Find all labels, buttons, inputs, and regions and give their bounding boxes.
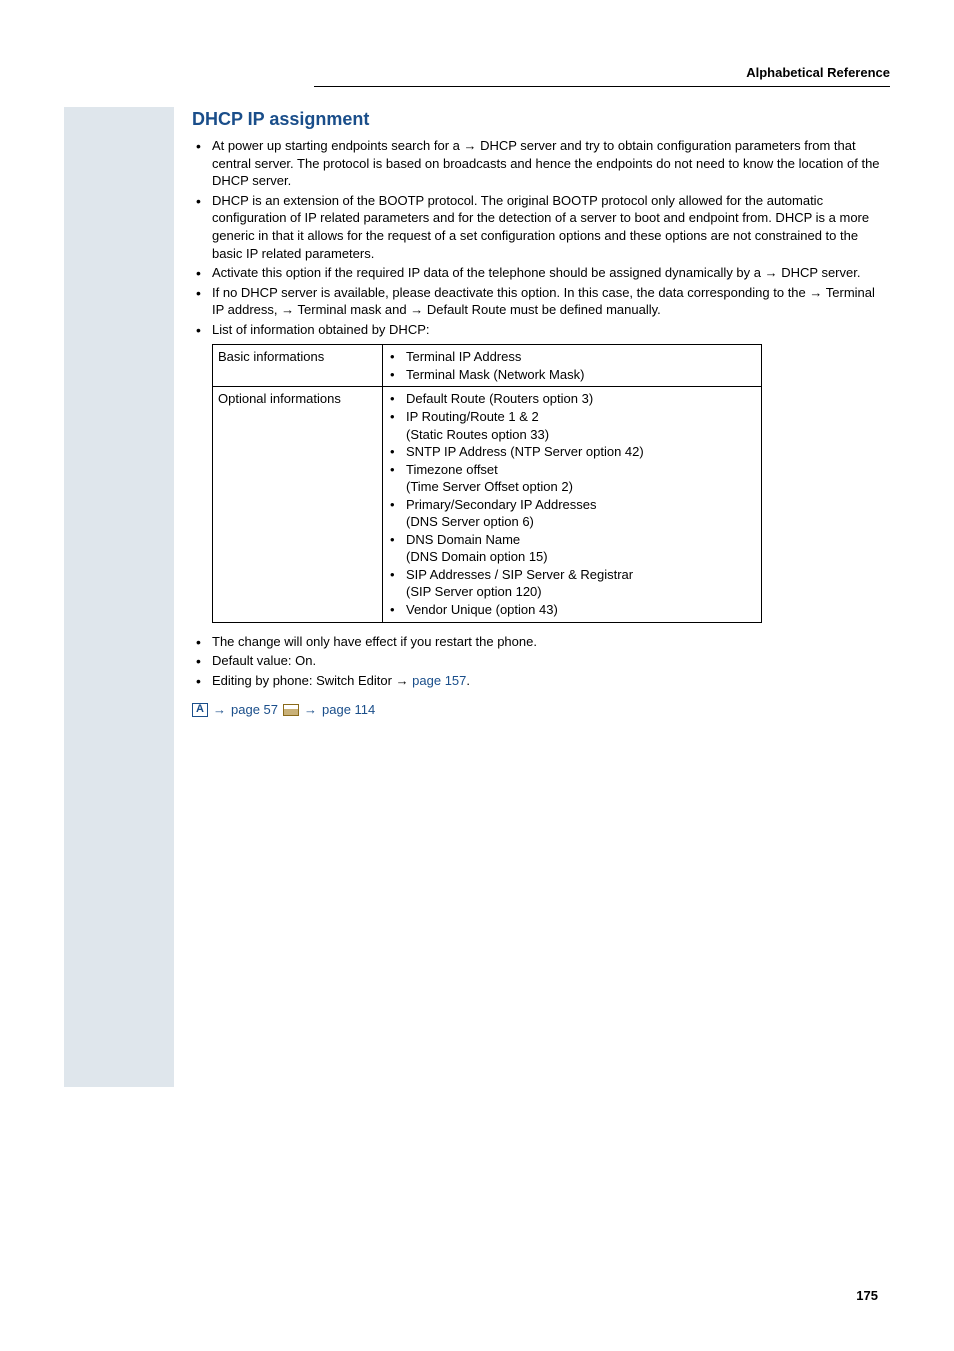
list-item: At power up starting endpoints search fo… xyxy=(192,137,890,190)
table-list-item: (DNS Server option 6) xyxy=(388,513,756,531)
admin-a-icon: A xyxy=(192,703,208,717)
list-item: DHCP is an extension of the BOOTP protoc… xyxy=(192,192,890,262)
list-item: The change will only have effect if you … xyxy=(192,633,890,651)
page-ref-link[interactable]: page 57 xyxy=(231,701,278,719)
arrow-icon: → xyxy=(809,285,822,300)
text-span: Terminal mask and xyxy=(294,302,410,317)
page: Alphabetical Reference DHCP IP assignmen… xyxy=(0,0,954,1351)
page-number: 175 xyxy=(856,1288,878,1303)
text-span: Default value: On. xyxy=(212,653,316,668)
table-list-item: Vendor Unique (option 43) xyxy=(388,601,756,619)
table-row: Basic informationsTerminal IP AddressTer… xyxy=(213,345,762,387)
table-cell-items: Terminal IP AddressTerminal Mask (Networ… xyxy=(383,345,762,387)
card-icon xyxy=(283,704,299,716)
table-list-item: Default Route (Routers option 3) xyxy=(388,390,756,408)
table-list-item: (DNS Domain option 15) xyxy=(388,548,756,566)
text-span: Activate this option if the required IP … xyxy=(212,265,765,280)
text-span: The change will only have effect if you … xyxy=(212,634,537,649)
table-list-item: (SIP Server option 120) xyxy=(388,583,756,601)
text-span: Editing by phone: Switch Editor xyxy=(212,673,396,688)
text-span: . xyxy=(466,673,470,688)
list-item: Default value: On. xyxy=(192,652,890,670)
header-rule: Alphabetical Reference xyxy=(314,64,890,87)
table-list-item: Terminal Mask (Network Mask) xyxy=(388,366,756,384)
list-item: Editing by phone: Switch Editor → page 1… xyxy=(192,672,890,690)
list-item: List of information obtained by DHCP: xyxy=(192,321,890,339)
table-list-item: IP Routing/Route 1 & 2 xyxy=(388,408,756,426)
bullet-list-top: At power up starting endpoints search fo… xyxy=(192,137,890,338)
table-list-item: SNTP IP Address (NTP Server option 42) xyxy=(388,443,756,461)
arrow-icon: → xyxy=(765,265,778,280)
table-row: Optional informationsDefault Route (Rout… xyxy=(213,387,762,622)
text-span: List of information obtained by DHCP: xyxy=(212,322,430,337)
list-item: Activate this option if the required IP … xyxy=(192,264,890,282)
main-content: DHCP IP assignment At power up starting … xyxy=(192,107,890,1303)
text-span: If no DHCP server is available, please d… xyxy=(212,285,809,300)
table-list-item: DNS Domain Name xyxy=(388,531,756,549)
text-span: DHCP is an extension of the BOOTP protoc… xyxy=(212,193,869,261)
arrow-icon: → xyxy=(304,701,317,719)
page-ref-link[interactable]: page 114 xyxy=(322,701,375,719)
bullet-list-bottom: The change will only have effect if you … xyxy=(192,633,890,690)
text-span: Default Route must be defined manually. xyxy=(423,302,661,317)
arrow-icon: → xyxy=(281,302,294,317)
table-cell-label: Optional informations xyxy=(213,387,383,622)
table-list-item: (Time Server Offset option 2) xyxy=(388,478,756,496)
dhcp-info-table: Basic informationsTerminal IP AddressTer… xyxy=(212,344,762,622)
page-ref-link[interactable]: page 157 xyxy=(409,673,467,688)
table-list-item: Terminal IP Address xyxy=(388,348,756,366)
section-title: DHCP IP assignment xyxy=(192,107,890,131)
arrow-icon: → xyxy=(463,138,476,153)
table-list-item: Primary/Secondary IP Addresses xyxy=(388,496,756,514)
table-cell-items: Default Route (Routers option 3)IP Routi… xyxy=(383,387,762,622)
text-span: DHCP server. xyxy=(778,265,861,280)
list-item: If no DHCP server is available, please d… xyxy=(192,284,890,319)
table-list-item: Timezone offset xyxy=(388,461,756,479)
sidebar-tint xyxy=(64,107,174,1087)
running-header: Alphabetical Reference xyxy=(746,65,890,80)
arrow-icon: → xyxy=(410,302,423,317)
cross-reference-line: A → page 57 → page 114 xyxy=(192,701,890,719)
content-row: DHCP IP assignment At power up starting … xyxy=(64,107,890,1303)
text-span: At power up starting endpoints search fo… xyxy=(212,138,463,153)
table-cell-label: Basic informations xyxy=(213,345,383,387)
arrow-icon: → xyxy=(213,701,226,719)
table-list-item: (Static Routes option 33) xyxy=(388,426,756,444)
arrow-icon: → xyxy=(396,673,409,688)
table-list-item: SIP Addresses / SIP Server & Registrar xyxy=(388,566,756,584)
